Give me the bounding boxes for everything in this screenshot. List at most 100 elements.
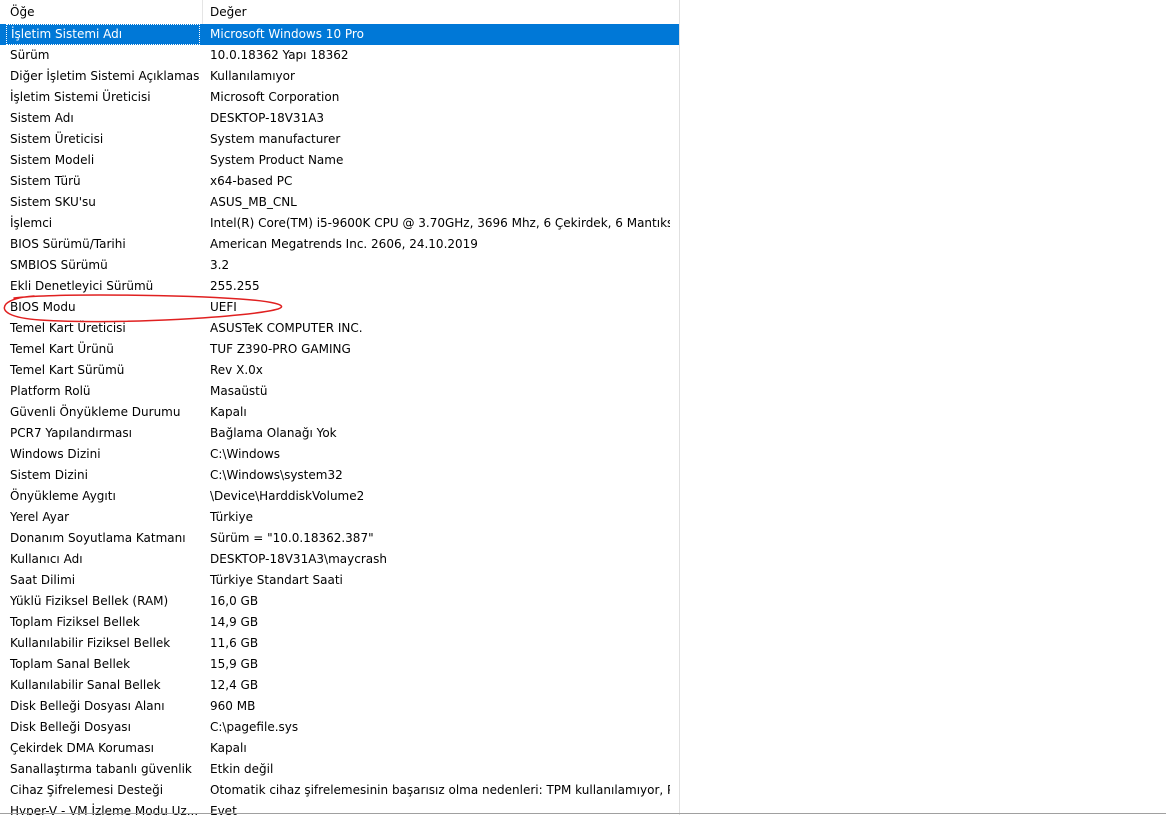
table-row[interactable]: PCR7 Yapılandırması Bağlama Olanağı Yok [0,423,680,444]
table-row[interactable]: Platform Rolü Masaüstü [0,381,680,402]
row-item-label: Platform Rolü [10,384,91,398]
table-row[interactable]: Sistem Dizini C:\Windows\system32 [0,465,680,486]
row-value: Etkin değil [210,762,274,776]
row-value: 14,9 GB [210,615,259,629]
row-value: System manufacturer [210,132,341,146]
row-value: Intel(R) Core(TM) i5-9600K CPU @ 3.70GHz… [210,216,670,230]
row-item-label: Toplam Fiziksel Bellek [10,615,140,629]
row-value: Kapalı [210,405,247,419]
table-row[interactable]: Sistem SKU'su ASUS_MB_CNL [0,192,680,213]
row-item-label: Kullanılabilir Sanal Bellek [10,678,161,692]
table-row[interactable]: Toplam Fiziksel Bellek 14,9 GB [0,612,680,633]
row-item-label: BIOS Modu [10,300,76,314]
table-row[interactable]: Yerel Ayar Türkiye [0,507,680,528]
table-row[interactable]: Diğer İşletim Sistemi Açıklaması Kullanıl… [0,66,680,87]
table-row[interactable]: Donanım Soyutlama Katmanı Sürüm = "10.0.1… [0,528,680,549]
row-value: C:\Windows\system32 [210,468,343,482]
row-item-label: Sistem Dizini [10,468,88,482]
row-value: DESKTOP-18V31A3\maycrash [210,552,387,566]
table-row[interactable]: Temel Kart Sürümü Rev X.0x [0,360,680,381]
table-row[interactable]: Sistem Türü x64-based PC [0,171,680,192]
table-row[interactable]: Temel Kart Ürünü TUF Z390-PRO GAMING [0,339,680,360]
row-value: 16,0 GB [210,594,259,608]
row-item-label: Sistem SKU'su [10,195,96,209]
row-value: 12,4 GB [210,678,259,692]
row-item-label: Çekirdek DMA Koruması [10,741,154,755]
row-item-label: Disk Belleği Dosyası [10,720,131,734]
bottom-border [0,813,1166,814]
row-item-label: Sistem Adı [10,111,74,125]
row-value: Sürüm = "10.0.18362.387" [210,531,374,545]
table-row[interactable]: Güvenli Önyükleme Durumu Kapalı [0,402,680,423]
table-row[interactable]: Sanallaştırma tabanlı güvenlik Etkin deği… [0,759,680,780]
table-row[interactable]: Disk Belleği Dosyası C:\pagefile.sys [0,717,680,738]
row-item-label: Yüklü Fiziksel Bellek (RAM) [10,594,169,608]
row-item-label: Sistem Üreticisi [10,132,104,146]
table-row[interactable]: Kullanılabilir Fiziksel Bellek 11,6 GB [0,633,680,654]
table-row[interactable]: İşletim Sistemi Adı Microsoft Windows 10 … [0,24,680,45]
table-row[interactable]: BIOS Modu UEFI [0,297,680,318]
row-item-label: Disk Belleği Dosyası Alanı [10,699,165,713]
table-row[interactable]: Sistem Adı DESKTOP-18V31A3 [0,108,680,129]
row-value: DESKTOP-18V31A3 [210,111,325,125]
table-row[interactable]: Cihaz Şifrelemesi Desteği Otomatik cihaz … [0,780,680,801]
table-row[interactable]: Önyükleme Aygıtı \Device\HarddiskVolume2 [0,486,680,507]
row-item-label: İşlemci [10,216,53,230]
row-item-label: Kullanıcı Adı [10,552,83,566]
column-header-item[interactable]: Öğe [0,0,203,24]
table-row[interactable]: İşletim Sistemi Üreticisi Microsoft Corpo… [0,87,680,108]
row-item-label: SMBIOS Sürümü [10,258,108,272]
row-item-label: Önyükleme Aygıtı [10,489,116,503]
table-row[interactable]: Kullanılabilir Sanal Bellek 12,4 GB [0,675,680,696]
row-item-label: Kullanılabilir Fiziksel Bellek [10,636,171,650]
row-item-label: Ekli Denetleyici Sürümü [10,279,154,293]
table-row[interactable]: Sistem Üreticisi System manufacturer [0,129,680,150]
table-row[interactable]: BIOS Sürümü/Tarihi American Megatrends In… [0,234,680,255]
row-value: ASUSTeK COMPUTER INC. [210,321,363,335]
row-item-label: BIOS Sürümü/Tarihi [10,237,126,251]
row-value: 11,6 GB [210,636,259,650]
row-value: American Megatrends Inc. 2606, 24.10.201… [210,237,478,251]
row-value: Rev X.0x [210,363,263,377]
row-item-label: Güvenli Önyükleme Durumu [10,405,181,419]
row-item-label: Windows Dizini [10,447,101,461]
row-value: Microsoft Windows 10 Pro [210,27,364,41]
row-value: Türkiye [210,510,253,524]
row-value: C:\Windows [210,447,281,461]
row-value: \Device\HarddiskVolume2 [210,489,365,503]
row-item-label: İşletim Sistemi Üreticisi [10,90,151,104]
table-row[interactable]: Windows Dizini C:\Windows [0,444,680,465]
row-value: 3.2 [210,258,230,272]
table-row[interactable]: Temel Kart Üreticisi ASUSTeK COMPUTER INC… [0,318,680,339]
table-row[interactable]: Çekirdek DMA Koruması Kapalı [0,738,680,759]
row-item-label: Sanallaştırma tabanlı güvenlik [10,762,192,776]
row-value: Kapalı [210,741,247,755]
column-header-value[interactable]: Değer [203,0,680,24]
list-rows: İşletim Sistemi Adı Microsoft Windows 10 … [0,24,680,815]
table-row[interactable]: Saat Dilimi Türkiye Standart Saati [0,570,680,591]
row-value: Otomatik cihaz şifrelemesinin başarısız … [210,783,670,797]
table-row[interactable]: Disk Belleği Dosyası Alanı 960 MB [0,696,680,717]
table-row[interactable]: Ekli Denetleyici Sürümü 255.255 [0,276,680,297]
row-value: ASUS_MB_CNL [210,195,297,209]
row-item-label: Temel Kart Ürünü [10,342,114,356]
table-row[interactable]: Sürüm 10.0.18362 Yapı 18362 [0,45,680,66]
row-item-label: Yerel Ayar [10,510,70,524]
table-row[interactable]: Toplam Sanal Bellek 15,9 GB [0,654,680,675]
system-summary-list[interactable]: Öğe Değer İşletim Sistemi Adı Microsoft W… [0,0,1166,815]
column-divider [679,0,680,815]
row-item-label: Temel Kart Üreticisi [10,321,126,335]
row-value: 960 MB [210,699,256,713]
table-row[interactable]: SMBIOS Sürümü 3.2 [0,255,680,276]
row-item-label: Sistem Türü [10,174,81,188]
row-value: Microsoft Corporation [210,90,340,104]
row-item-label: Temel Kart Sürümü [10,363,125,377]
table-row[interactable]: Yüklü Fiziksel Bellek (RAM) 16,0 GB [0,591,680,612]
row-item-label: Toplam Sanal Bellek [10,657,131,671]
table-row[interactable]: Sistem Modeli System Product Name [0,150,680,171]
table-row[interactable]: İşlemci Intel(R) Core(TM) i5-9600K CPU @ … [0,213,680,234]
table-row[interactable]: Kullanıcı Adı DESKTOP-18V31A3\maycrash [0,549,680,570]
row-item-label: İşletim Sistemi Adı [6,24,200,45]
row-value: x64-based PC [210,174,293,188]
row-value: 10.0.18362 Yapı 18362 [210,48,349,62]
